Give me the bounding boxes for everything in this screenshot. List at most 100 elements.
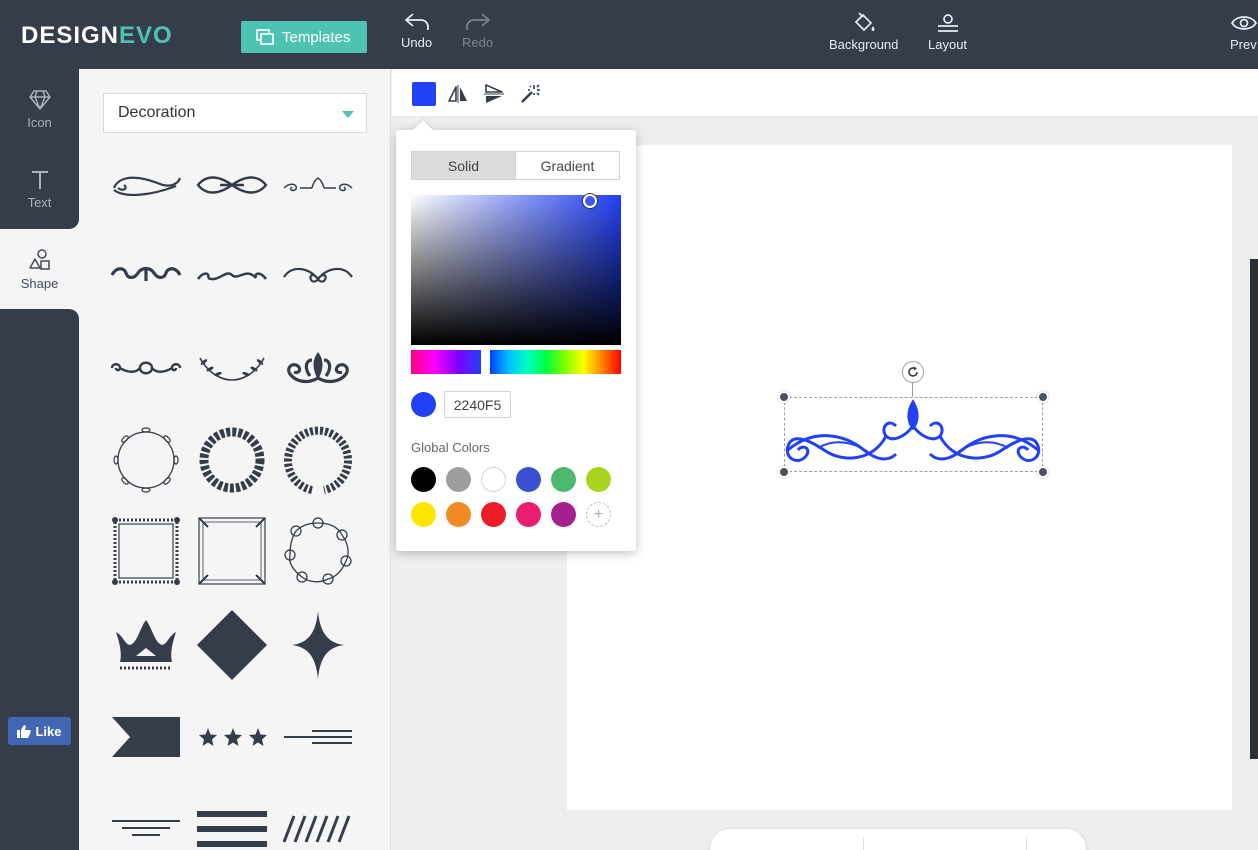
shape-flourish-5[interactable] <box>196 239 268 311</box>
shape-frame-scroll[interactable] <box>282 515 354 587</box>
shape-flourish-4[interactable] <box>110 239 182 311</box>
templates-label: Templates <box>282 28 351 46</box>
global-color-swatch[interactable] <box>516 467 541 492</box>
global-color-swatch[interactable] <box>551 502 576 527</box>
text-icon <box>31 170 48 189</box>
eye-icon <box>1230 16 1258 30</box>
preview-label: Prev <box>1230 37 1257 52</box>
resize-handle-bottom-left[interactable] <box>778 466 790 478</box>
category-value: Decoration <box>118 104 196 121</box>
flip-vertical-button[interactable] <box>482 82 506 106</box>
magic-wand-button[interactable] <box>518 82 542 106</box>
tab-gradient[interactable]: Gradient <box>515 152 619 179</box>
artboard[interactable] <box>567 145 1232 810</box>
shape-laurel-wreath[interactable] <box>282 424 354 496</box>
hue-slider-thumb[interactable] <box>481 348 490 376</box>
global-color-swatch[interactable] <box>481 502 506 527</box>
rail-label-shape: Shape <box>20 275 59 291</box>
resize-handle-top-left[interactable] <box>778 391 790 403</box>
saturation-value-area[interactable] <box>411 195 621 345</box>
hue-slider-left[interactable] <box>411 350 481 374</box>
saturation-cursor[interactable] <box>583 194 597 208</box>
global-color-swatch[interactable] <box>446 502 471 527</box>
rail-label-icon: Icon <box>27 114 52 130</box>
flip-horizontal-icon <box>448 85 467 103</box>
chevron-down-icon <box>342 111 354 118</box>
shape-lines-right[interactable] <box>282 701 354 773</box>
rotate-handle[interactable] <box>902 361 924 383</box>
facebook-like-button[interactable]: Like <box>8 717 71 745</box>
shape-frame-ornate[interactable] <box>110 515 182 587</box>
logo-part-1: DESIGN <box>21 22 120 49</box>
rail-item-shape[interactable]: Shape <box>0 229 79 309</box>
preview-button[interactable]: Prev <box>1230 12 1258 52</box>
shape-frame-corners[interactable] <box>196 515 268 587</box>
resize-handle-top-right[interactable] <box>1037 391 1049 403</box>
shape-wreath-thick[interactable] <box>196 424 268 496</box>
undo-button[interactable]: Undo <box>401 12 432 50</box>
selection-box[interactable] <box>784 397 1043 472</box>
paint-bucket-icon <box>854 12 875 32</box>
fill-color-button[interactable] <box>412 82 436 106</box>
global-color-swatch[interactable] <box>516 502 541 527</box>
current-color-swatch <box>411 392 436 417</box>
like-label: Like <box>35 723 62 739</box>
shape-flourish-1[interactable] <box>110 149 182 221</box>
rail-corner-bottom <box>0 309 79 321</box>
left-rail: Icon Text Shape Like <box>0 69 79 850</box>
shape-diamond[interactable] <box>196 609 268 681</box>
global-color-swatch[interactable] <box>586 467 611 492</box>
layout-button[interactable]: Layout <box>928 12 967 52</box>
fill-type-toggle: Solid Gradient <box>411 151 620 180</box>
hue-slider-right[interactable] <box>490 350 621 374</box>
background-button[interactable]: Background <box>829 12 898 52</box>
redo-label: Redo <box>462 35 494 50</box>
magic-wand-icon <box>521 84 540 103</box>
shape-ribbon-banner[interactable] <box>110 701 182 773</box>
logo[interactable]: DESIGNEVO <box>21 22 173 50</box>
shape-flourish-3[interactable] <box>282 149 354 221</box>
shape-three-stars[interactable] <box>196 701 268 773</box>
hex-color-input[interactable]: 2240F5 <box>444 391 511 418</box>
shape-diagonal-lines[interactable] <box>282 793 354 850</box>
shape-four-point-star[interactable] <box>282 609 354 681</box>
shape-flourish-6[interactable] <box>282 239 354 311</box>
rotate-icon <box>908 366 918 377</box>
global-color-swatch[interactable] <box>481 467 506 492</box>
zoom-bar-divider <box>863 837 864 850</box>
shape-panel: Decoration <box>79 69 391 850</box>
top-bar: DESIGNEVO Templates Undo Redo Background… <box>0 0 1258 69</box>
global-color-swatch[interactable] <box>446 467 471 492</box>
flip-horizontal-button[interactable] <box>446 82 470 106</box>
tab-solid[interactable]: Solid <box>412 152 515 179</box>
rail-item-icon[interactable]: Icon <box>0 69 79 149</box>
diamond-icon <box>28 89 51 110</box>
zoom-bar[interactable] <box>710 829 1086 850</box>
redo-button[interactable]: Redo <box>462 12 493 50</box>
rail-corner-top <box>0 217 79 229</box>
global-color-swatch[interactable] <box>551 467 576 492</box>
global-color-swatch[interactable] <box>411 502 436 527</box>
shape-three-bars[interactable] <box>196 793 268 850</box>
global-color-swatch[interactable] <box>411 467 436 492</box>
shape-flourish-2[interactable] <box>196 149 268 221</box>
right-scrollbar[interactable] <box>1250 259 1258 759</box>
shape-crown[interactable] <box>110 609 182 681</box>
shape-ornament-crest[interactable] <box>282 332 354 404</box>
thumbs-up-icon <box>17 724 32 738</box>
shape-lines-centered[interactable] <box>110 793 182 850</box>
shape-laurel-branch[interactable] <box>196 332 268 404</box>
undo-icon <box>404 13 429 30</box>
zoom-bar-divider <box>1026 837 1027 850</box>
logo-part-2: EVO <box>119 22 173 49</box>
add-color-button[interactable]: + <box>586 502 611 527</box>
undo-label: Undo <box>401 35 433 50</box>
canvas-toolbar <box>392 69 1258 117</box>
layout-label: Layout <box>928 37 968 52</box>
resize-handle-bottom-right[interactable] <box>1037 466 1049 478</box>
category-dropdown[interactable]: Decoration <box>103 93 367 133</box>
shape-flourish-7[interactable] <box>110 332 182 404</box>
shape-wreath-thin[interactable] <box>110 424 182 496</box>
templates-button[interactable]: Templates <box>241 21 367 53</box>
shapes-icon <box>28 248 50 270</box>
